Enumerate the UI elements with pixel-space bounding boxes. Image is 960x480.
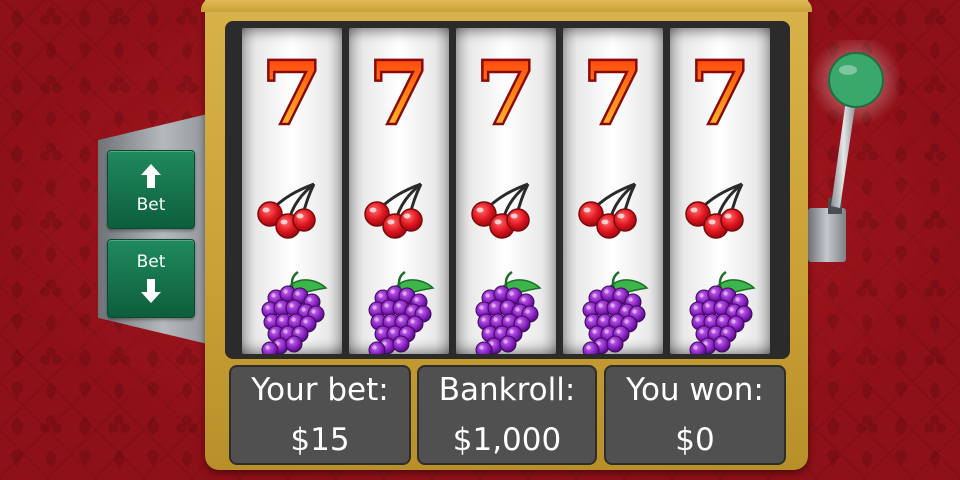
reel-3: 7 [456, 28, 556, 354]
seven-symbol: 7 [260, 40, 324, 147]
bet-increase-label: Bet [136, 195, 166, 215]
seven-symbol: 7 [474, 40, 538, 147]
grapes-symbol [368, 270, 435, 354]
seven-symbol: 7 [688, 40, 752, 147]
your-bet-title: Your bet: [251, 372, 389, 408]
bet-increase-button[interactable]: Bet [107, 150, 195, 229]
bankroll-title: Bankroll: [438, 372, 576, 408]
lever-base [808, 208, 846, 262]
cherry-symbol [471, 182, 530, 239]
you-won-value: $0 [675, 422, 715, 458]
grapes-symbol [582, 270, 649, 354]
your-bet-value: $15 [290, 422, 350, 458]
arrow-down-icon [141, 279, 161, 303]
seven-text: 7 [475, 41, 536, 145]
seven-symbol: 7 [367, 40, 431, 147]
bankroll-value: $1,000 [452, 422, 562, 458]
grapes-symbol [475, 270, 542, 354]
your-bet-panel: Your bet: $15 [229, 365, 411, 465]
bet-decrease-label: Bet [136, 252, 166, 272]
cherry-symbol [685, 182, 744, 239]
you-won-panel: You won: $0 [604, 365, 786, 465]
reel-1: 7 [242, 28, 342, 354]
cherry-symbol [257, 182, 316, 239]
seven-text: 7 [689, 41, 750, 145]
seven-symbol: 7 [581, 40, 645, 147]
you-won-title: You won: [626, 372, 764, 408]
lever-knob[interactable] [828, 52, 884, 108]
seven-text: 7 [582, 41, 643, 145]
grapes-symbol [689, 270, 756, 354]
bankroll-panel: Bankroll: $1,000 [417, 365, 597, 465]
arrow-up-icon [141, 164, 161, 188]
reel-5: 7 [670, 28, 770, 354]
grapes-symbol [261, 270, 328, 354]
seven-text: 7 [261, 41, 322, 145]
seven-text: 7 [368, 41, 429, 145]
bet-decrease-button[interactable]: Bet [107, 239, 195, 318]
reel-2: 7 [349, 28, 449, 354]
cherry-symbol [578, 182, 637, 239]
reel-4: 7 [563, 28, 663, 354]
cherry-symbol [364, 182, 423, 239]
slot-lever[interactable] [800, 40, 900, 270]
